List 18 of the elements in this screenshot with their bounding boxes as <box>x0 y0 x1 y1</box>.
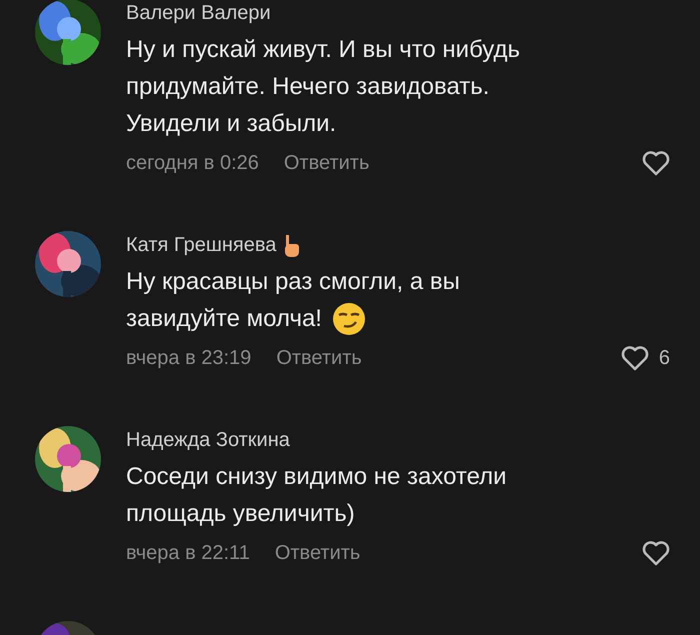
comment-text: Ну и пускай живут. И вы что нибудь <box>126 35 520 65</box>
comment-time: вчера в 22:11 <box>126 542 250 564</box>
reply-link[interactable]: Ответить <box>276 346 362 370</box>
comment-text: Соседи снизу видимо не захотели <box>126 462 507 492</box>
author-name[interactable]: Надежда Зоткина <box>126 428 290 452</box>
comment-text: Увидели и забыли. <box>126 109 336 139</box>
heart-icon[interactable] <box>642 540 670 566</box>
comment-time: сегодня в 0:26 <box>126 152 259 174</box>
comment-time: вчера в 23:19 <box>126 346 252 370</box>
reply-link[interactable]: Ответить <box>284 152 370 174</box>
reply-link[interactable]: Ответить <box>274 542 360 564</box>
author-name[interactable]: Катя Грешняева <box>126 234 276 256</box>
comment-text: Ну красавцы раз смогли, а вы <box>126 267 460 297</box>
comment-text: завидуйте молча! <box>126 304 322 334</box>
heart-icon[interactable] <box>642 150 670 176</box>
comment-text: площадь увеличить) <box>126 499 355 529</box>
author-name[interactable]: Валери Валери <box>126 2 271 24</box>
comment-text: придумайте. Нечего завидовать. <box>126 72 490 102</box>
